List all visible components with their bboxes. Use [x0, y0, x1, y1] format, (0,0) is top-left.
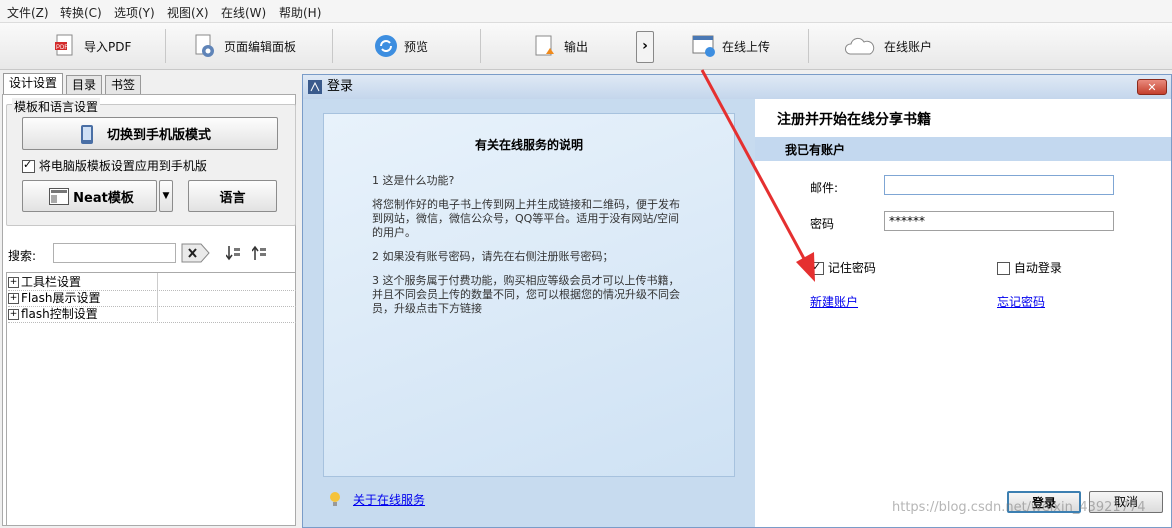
dialog-titlebar: 登录 ✕ — [303, 75, 1171, 99]
cloud-icon — [844, 34, 876, 58]
apply-mobile-label: 将电脑版模板设置应用到手机版 — [38, 159, 207, 173]
password-field[interactable]: ****** — [884, 211, 1114, 231]
auto-login-row[interactable]: 自动登录 — [997, 259, 1062, 276]
output-button[interactable]: 输出 — [534, 31, 588, 61]
template-icon — [49, 188, 69, 209]
expand-plus-icon[interactable]: + — [8, 309, 19, 320]
dialog-title: 登录 — [327, 79, 354, 94]
import-pdf-button[interactable]: PDF 导入PDF — [54, 31, 131, 61]
clear-search-icon[interactable] — [181, 243, 210, 263]
pdf-icon: PDF — [54, 34, 76, 58]
browser-upload-icon — [692, 34, 715, 58]
import-pdf-label: 导入PDF — [84, 39, 132, 54]
template-dropdown-arrow-icon[interactable]: ▼ — [159, 180, 173, 212]
watermark: https://blog.csdn.net/weixin_43921774 — [892, 500, 1146, 515]
menu-bar: 文件(Z) 转换(C) 选项(Y) 视图(X) 在线(W) 帮助(H) — [0, 0, 1172, 23]
move-up-icon[interactable] — [251, 245, 268, 264]
toolbar-separator — [480, 29, 481, 63]
language-button[interactable]: 语言 — [188, 180, 277, 212]
tree-item-flash-control[interactable]: + flash控制设置 — [8, 306, 296, 323]
toolbar-separator — [332, 29, 333, 63]
remember-password-label: 记住密码 — [827, 261, 876, 275]
toolbar: PDF 导入PDF 页面编辑面板 预览 输出 › 在线上传 在线账户 — [0, 23, 1172, 70]
upload-online-label: 在线上传 — [722, 39, 771, 54]
neat-template-label: Neat模板 — [73, 190, 134, 206]
info-paragraph: 2 如果没有账号密码，请先在右侧注册账号密码； — [372, 250, 614, 263]
info-paragraph: 3 这个服务属于付费功能，购买相应等级会员才可以上传书籍，并且不同会员上传的数量… — [372, 274, 680, 315]
expand-plus-icon[interactable]: + — [8, 293, 19, 304]
info-title: 有关在线服务的说明 — [474, 138, 583, 152]
export-icon — [534, 34, 556, 58]
tree-item-flash-display[interactable]: + Flash展示设置 — [8, 290, 296, 307]
lightbulb-icon — [329, 491, 341, 510]
info-body: 1 这是什么功能? 将您制作好的电子书上传到网上并生成链接和二维码，便于发布到网… — [372, 174, 686, 316]
menu-help[interactable]: 帮助(H) — [279, 4, 321, 21]
preview-label: 预览 — [404, 39, 429, 54]
apply-mobile-checkbox[interactable] — [22, 158, 35, 173]
phone-icon — [80, 124, 94, 149]
new-account-link[interactable]: 新建账户 — [810, 293, 858, 310]
email-field[interactable] — [884, 175, 1114, 195]
password-label: 密码 — [810, 217, 835, 231]
design-settings-panel: 设计设置 目录 书签 模板和语言设置 切换到手机版模式 将电脑版模板设置应用到手… — [0, 72, 298, 528]
about-online-service-link[interactable]: 关于在线服务 — [353, 491, 425, 508]
upload-online-button[interactable]: 在线上传 — [692, 31, 770, 61]
preview-button[interactable]: 预览 — [374, 31, 428, 61]
auto-login-label: 自动登录 — [1013, 261, 1062, 275]
existing-account-bar: 我已有账户 — [755, 137, 1171, 161]
remember-password-checkbox[interactable] — [811, 260, 824, 275]
forgot-password-link[interactable]: 忘记密码 — [997, 293, 1045, 310]
menu-online[interactable]: 在线(W) — [221, 4, 266, 21]
tree-item-label: 工具栏设置 — [21, 275, 82, 289]
menu-file[interactable]: 文件(Z) — [7, 4, 49, 21]
close-icon[interactable]: ✕ — [1137, 79, 1167, 95]
register-header: 注册并开始在线分享书籍 — [777, 112, 931, 128]
expand-plus-icon[interactable]: + — [8, 277, 19, 288]
toolbar-separator — [808, 29, 809, 63]
neat-template-button[interactable]: Neat模板 — [22, 180, 157, 212]
tab-bookmarks[interactable]: 书签 — [105, 75, 142, 94]
gear-document-icon — [194, 34, 216, 58]
menu-convert[interactable]: 转换(C) — [60, 4, 102, 21]
tree-item-label: Flash展示设置 — [21, 291, 101, 305]
email-label: 邮件: — [810, 181, 839, 195]
refresh-icon — [374, 34, 397, 58]
online-account-button[interactable]: 在线账户 — [844, 31, 932, 61]
login-form-pane: 注册并开始在线分享书籍 我已有账户 邮件: 密码 ****** 记住密码 自动登… — [755, 99, 1171, 527]
page-editor-button[interactable]: 页面编辑面板 — [194, 31, 296, 61]
expand-chevron-icon[interactable]: › — [636, 31, 654, 63]
switch-mobile-button[interactable]: 切换到手机版模式 — [22, 117, 278, 150]
menu-view[interactable]: 视图(X) — [167, 4, 209, 21]
tab-design-settings[interactable]: 设计设置 — [3, 73, 64, 94]
toolbar-separator — [165, 29, 166, 63]
group-title: 模板和语言设置 — [12, 98, 101, 115]
tree-item-toolbar[interactable]: + 工具栏设置 — [8, 274, 296, 291]
tree-item-label: flash控制设置 — [21, 307, 98, 321]
app-icon — [307, 79, 323, 104]
menu-options[interactable]: 选项(Y) — [114, 4, 155, 21]
apply-mobile-checkbox-row[interactable]: 将电脑版模板设置应用到手机版 — [22, 157, 207, 174]
language-label: 语言 — [219, 190, 246, 206]
tab-toc[interactable]: 目录 — [66, 75, 103, 94]
search-label: 搜索: — [8, 249, 37, 263]
info-paragraph: 1 这是什么功能? — [372, 174, 455, 187]
info-paragraph: 将您制作好的电子书上传到网上并生成链接和二维码，便于发布到网站，微信，微信公众号… — [372, 198, 680, 239]
svg-text:PDF: PDF — [56, 45, 68, 51]
existing-account-label: 我已有账户 — [785, 143, 846, 157]
info-pane: 有关在线服务的说明 1 这是什么功能? 将您制作好的电子书上传到网上并生成链接和… — [323, 113, 735, 477]
move-down-icon[interactable] — [225, 245, 242, 264]
auto-login-checkbox[interactable] — [997, 262, 1010, 275]
remember-password-row[interactable]: 记住密码 — [811, 259, 876, 276]
online-account-label: 在线账户 — [884, 39, 933, 54]
search-input[interactable] — [53, 243, 176, 263]
switch-mobile-label: 切换到手机版模式 — [106, 128, 211, 143]
login-dialog: 登录 ✕ 有关在线服务的说明 1 这是什么功能? 将您制作好的电子书上传到网上并… — [302, 74, 1172, 528]
output-label: 输出 — [564, 39, 589, 54]
page-editor-label: 页面编辑面板 — [224, 39, 297, 54]
